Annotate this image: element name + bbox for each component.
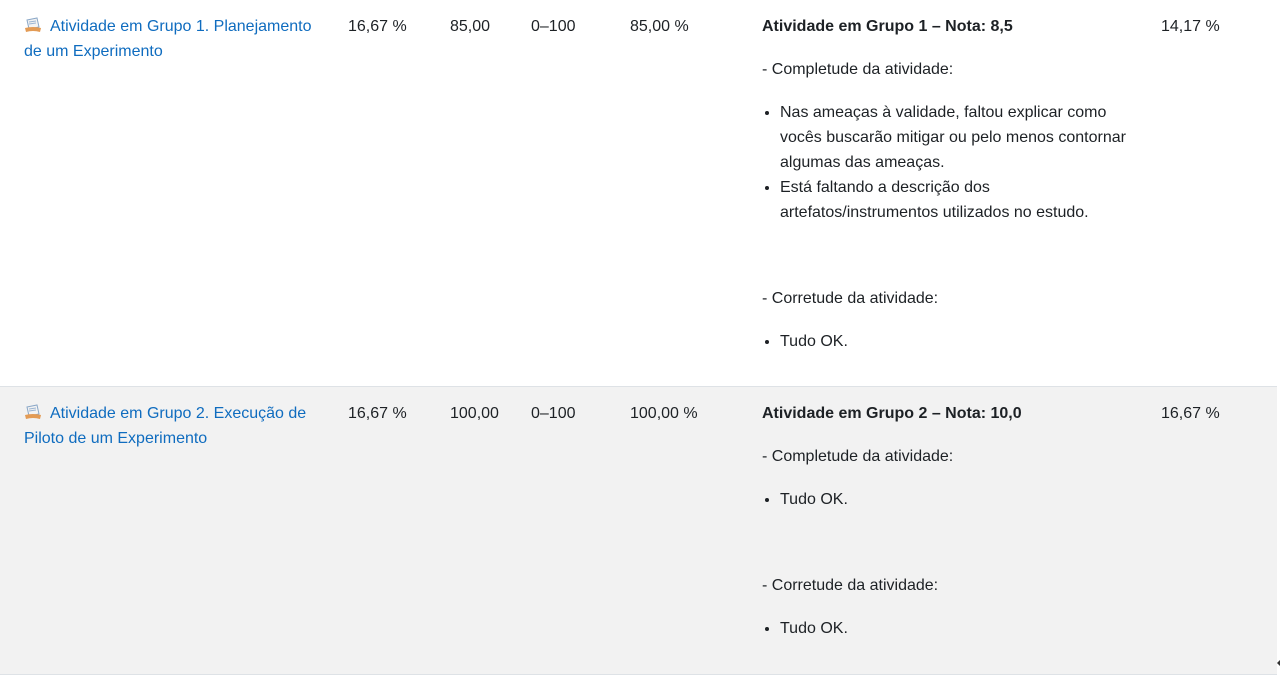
list-item: Tudo OK. bbox=[780, 329, 1142, 354]
grade-cell: 85,00 bbox=[450, 18, 491, 35]
feedback-section-heading: - Completude da atividade: bbox=[762, 61, 954, 78]
grade-cell: 100,00 bbox=[450, 405, 499, 422]
weight-cell: 16,67 % bbox=[348, 405, 407, 422]
feedback-list: Tudo OK. bbox=[762, 329, 1142, 354]
table-row: Atividade em Grupo 1. Planejamento de um… bbox=[0, 0, 1277, 386]
list-item: Tudo OK. bbox=[780, 616, 1142, 641]
feedback-section-heading: - Completude da atividade: bbox=[762, 448, 954, 465]
table-row: Atividade em Grupo 2. Execução de Piloto… bbox=[0, 386, 1277, 675]
feedback-section-heading: - Corretude da atividade: bbox=[762, 577, 939, 594]
feedback-list: Tudo OK. bbox=[762, 616, 1142, 641]
feedback-section-heading: - Corretude da atividade: bbox=[762, 290, 939, 307]
weight-cell: 16,67 % bbox=[348, 18, 407, 35]
contribution-cell: 16,67 % bbox=[1161, 405, 1220, 422]
feedback-title: Atividade em Grupo 1 – Nota: 8,5 bbox=[762, 18, 1013, 35]
assignment-icon bbox=[25, 17, 41, 32]
grade-item-link[interactable]: Atividade em Grupo 1. Planejamento de um… bbox=[24, 18, 311, 60]
percentage-cell: 85,00 % bbox=[630, 18, 689, 35]
list-item: Tudo OK. bbox=[780, 487, 1142, 512]
grade-table: Atividade em Grupo 1. Planejamento de um… bbox=[0, 0, 1277, 675]
range-cell: 0–100 bbox=[531, 405, 576, 422]
assignment-icon bbox=[25, 404, 41, 419]
feedback-list: Tudo OK. bbox=[762, 487, 1142, 512]
feedback-title: Atividade em Grupo 2 – Nota: 10,0 bbox=[762, 405, 1022, 422]
range-cell: 0–100 bbox=[531, 18, 576, 35]
feedback-cell: Atividade em Grupo 2 – Nota: 10,0 - Comp… bbox=[762, 401, 1142, 641]
grade-item-cell: Atividade em Grupo 1. Planejamento de um… bbox=[24, 14, 329, 64]
list-item: Está faltando a descrição dos artefatos/… bbox=[780, 175, 1142, 225]
contribution-cell: 14,17 % bbox=[1161, 18, 1220, 35]
list-item: Nas ameaças à validade, faltou explicar … bbox=[780, 100, 1142, 175]
feedback-list: Nas ameaças à validade, faltou explicar … bbox=[762, 100, 1142, 225]
percentage-cell: 100,00 % bbox=[630, 405, 698, 422]
grade-item-cell: Atividade em Grupo 2. Execução de Piloto… bbox=[24, 401, 329, 451]
feedback-cell: Atividade em Grupo 1 – Nota: 8,5 - Compl… bbox=[762, 14, 1142, 354]
grade-item-link[interactable]: Atividade em Grupo 2. Execução de Piloto… bbox=[24, 405, 306, 447]
